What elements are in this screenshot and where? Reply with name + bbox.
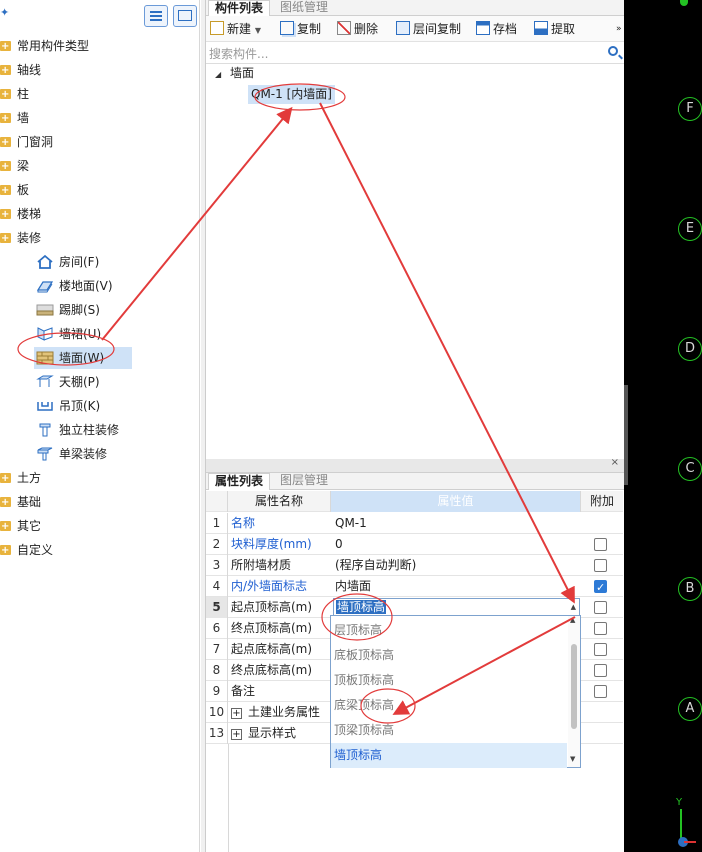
annotation-circle — [321, 593, 393, 641]
annotation-circle — [254, 83, 346, 111]
annotation-arrow — [392, 616, 576, 715]
annotation-arrow — [319, 102, 575, 604]
annotation-circle — [17, 332, 115, 366]
annotation-overlay — [17, 83, 576, 724]
annotation-circle — [360, 688, 416, 724]
annotation-arrow — [101, 106, 293, 341]
